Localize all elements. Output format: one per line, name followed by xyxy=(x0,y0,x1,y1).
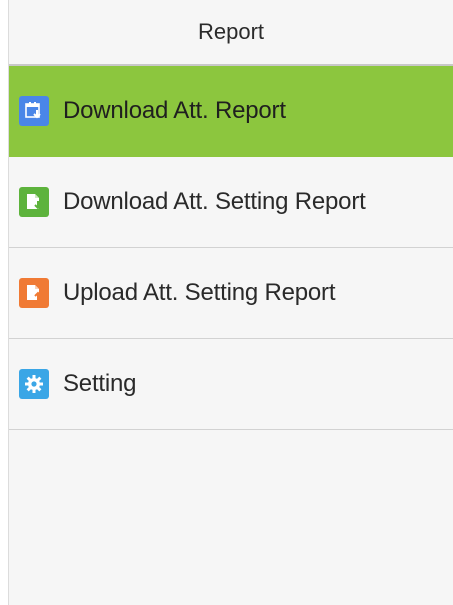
menu-item-label: Upload Att. Setting Report xyxy=(63,279,336,306)
menu-item-download-att-report[interactable]: Download Att. Report xyxy=(9,66,453,157)
menu-item-setting[interactable]: Setting xyxy=(9,339,453,430)
document-download-icon xyxy=(19,187,49,217)
menu-item-upload-att-setting-report[interactable]: Upload Att. Setting Report xyxy=(9,248,453,339)
menu-item-download-att-setting-report[interactable]: Download Att. Setting Report xyxy=(9,157,453,248)
gear-icon xyxy=(19,369,49,399)
document-upload-icon xyxy=(19,278,49,308)
report-menu: Download Att. Report Download Att. Setti… xyxy=(9,66,453,430)
page-title: Report xyxy=(9,0,453,64)
calendar-download-icon xyxy=(19,96,49,126)
menu-item-label: Download Att. Setting Report xyxy=(63,188,366,215)
menu-item-label: Setting xyxy=(63,370,137,397)
menu-item-label: Download Att. Report xyxy=(63,97,286,124)
report-screen: Report Download Att. Report Download Att… xyxy=(8,0,453,605)
